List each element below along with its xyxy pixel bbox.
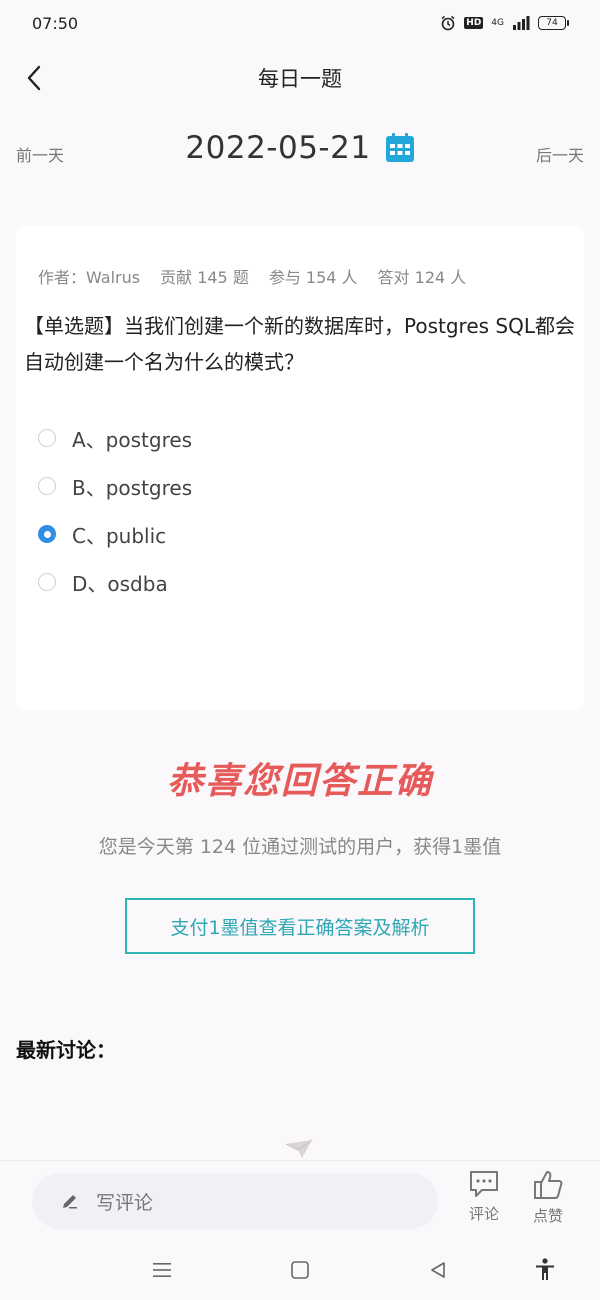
like-label: 点赞 <box>532 1207 563 1225</box>
correct-count: 答对 124 人 <box>377 268 467 287</box>
status-bar: 07:50 HD 4G 74 <box>0 0 600 46</box>
option-label: B、postgres <box>72 475 193 500</box>
option-c[interactable]: C、public <box>38 510 192 558</box>
calendar-icon <box>385 133 414 162</box>
status-icons: HD 4G 74 <box>440 15 569 31</box>
system-nav-bar <box>0 1240 600 1300</box>
author[interactable]: 作者：Walrus <box>38 264 140 288</box>
comment-icon <box>470 1171 498 1197</box>
pencil-icon <box>63 1195 77 1209</box>
option-label: A、postgres <box>72 427 193 452</box>
comment-label: 评论 <box>468 1205 499 1223</box>
network-type: 4G <box>491 18 504 28</box>
comment-input[interactable]: 写评论 <box>32 1173 438 1229</box>
answer-options: A、postgres B、postgres C、public D、osdba <box>38 414 192 606</box>
page-title: 每日一题 <box>258 67 342 91</box>
next-day-link[interactable]: 后一天 <box>536 142 584 166</box>
back-nav-button[interactable] <box>426 1258 450 1282</box>
alarm-icon <box>441 15 455 31</box>
like-button[interactable]: 点赞 <box>532 1169 564 1226</box>
date-navigation: 前一天 2022-05-21 后一天 <box>0 122 600 182</box>
square-icon <box>291 1261 309 1279</box>
date-display: 2022-05-21 <box>0 130 600 166</box>
question-meta: 作者：Walrus 贡献 145 题 参与 154 人 答对 124 人 <box>38 264 466 288</box>
menu-button[interactable] <box>150 1258 174 1282</box>
result-subtitle: 您是今天第 124 位通过测试的用户，获得1墨值 <box>98 836 502 858</box>
home-button[interactable] <box>288 1258 312 1282</box>
radio-button[interactable] <box>38 429 56 447</box>
pay-view-answer-button[interactable]: 支付1墨值查看正确答案及解析 <box>125 898 475 954</box>
chevron-left-icon <box>27 65 41 91</box>
bottom-action-bar: 写评论 评论 点赞 <box>0 1160 600 1240</box>
participant-count: 参与 154 人 <box>268 268 358 287</box>
signal-icon <box>513 16 530 30</box>
radio-button-selected[interactable] <box>38 525 56 543</box>
triangle-back-icon <box>431 1262 445 1278</box>
app-header: 每日一题 <box>0 46 600 110</box>
option-b[interactable]: B、postgres <box>38 462 192 510</box>
question-text: 【单选题】当我们创建一个新的数据库时，Postgres SQL都会自动创建一个名… <box>24 314 575 374</box>
question-card: 作者：Walrus 贡献 145 题 参与 154 人 答对 124 人 【单选… <box>16 226 584 710</box>
battery-level: 74 <box>546 18 558 28</box>
menu-icon <box>153 1263 171 1277</box>
paper-plane-icon <box>285 1139 313 1158</box>
accessibility-button[interactable] <box>533 1258 557 1282</box>
hd-badge: HD <box>464 17 484 29</box>
comment-button[interactable]: 评论 <box>468 1169 500 1224</box>
status-time: 07:50 <box>32 13 79 33</box>
current-date: 2022-05-21 <box>185 130 371 166</box>
radio-button[interactable] <box>38 477 56 495</box>
contributed-count: 贡献 145 题 <box>160 268 249 287</box>
result-title: 恭喜您回答正确 <box>166 761 433 802</box>
option-label: C、public <box>72 523 167 548</box>
option-d[interactable]: D、osdba <box>38 558 192 606</box>
discussion-title: 最新讨论： <box>16 1038 116 1062</box>
option-a[interactable]: A、postgres <box>38 414 192 462</box>
back-button[interactable] <box>18 62 50 94</box>
accessibility-icon <box>536 1258 554 1280</box>
battery-indicator: 74 <box>538 16 569 30</box>
thumbs-up-icon <box>534 1171 563 1199</box>
radio-button[interactable] <box>38 573 56 591</box>
calendar-button[interactable] <box>385 133 415 163</box>
option-label: D、osdba <box>72 571 168 596</box>
comment-placeholder: 写评论 <box>96 1191 154 1214</box>
